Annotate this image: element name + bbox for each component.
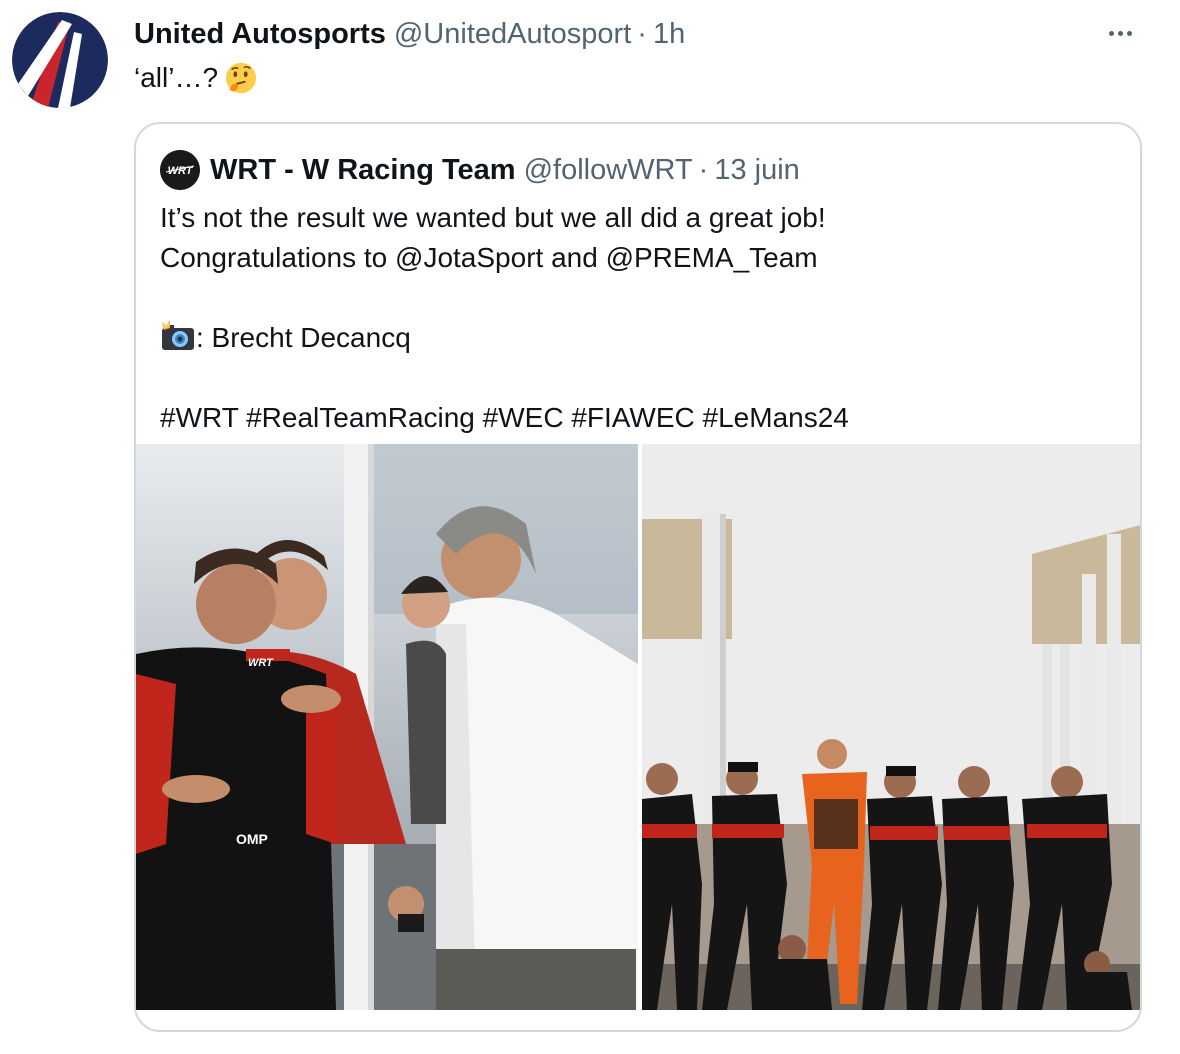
thinking-face-emoji-icon <box>225 62 257 94</box>
quote-header: WRT WRT - W Racing Team @followWRT · 13 … <box>160 150 800 190</box>
more-options-button[interactable] <box>1100 18 1140 48</box>
timestamp[interactable]: 1h <box>653 18 685 51</box>
wrt-logo-icon: WRT <box>160 150 200 190</box>
suit-wrt-text: WRT <box>248 657 274 669</box>
quote-text-line: Congratulations to @JotaSport and @PREMA… <box>160 242 818 273</box>
separator-dot: · <box>637 17 647 50</box>
media-grid: WRT OMP <box>136 444 1140 1030</box>
avatar[interactable] <box>12 12 108 108</box>
user-handle[interactable]: @UnitedAutosport <box>394 18 631 51</box>
tweet-text-content: ‘all’…? <box>134 62 219 93</box>
wrt-logo-text: WRT <box>168 165 194 177</box>
suit-omp-text: OMP <box>236 831 268 847</box>
crew-on-pit-wall-photo[interactable] <box>642 444 1140 1010</box>
tweet-header: United Autosports @UnitedAutosport · 1h <box>134 14 685 54</box>
tweet-text: ‘all’…? <box>134 58 258 98</box>
camera-flash-icon <box>162 320 194 350</box>
quote-user-handle[interactable]: @followWRT <box>524 154 693 187</box>
photo-image <box>642 444 1140 1010</box>
more-dot-icon <box>1117 30 1123 36</box>
quote-avatar[interactable]: WRT <box>160 150 200 190</box>
photo-image: WRT OMP <box>136 444 638 1010</box>
quote-separator-dot: · <box>698 153 709 186</box>
more-dot-icon <box>1126 30 1132 36</box>
hashtags[interactable]: #WRT #RealTeamRacing #WEC #FIAWEC #LeMan… <box>160 398 1120 438</box>
quote-display-name[interactable]: WRT - W Racing Team <box>210 154 516 187</box>
drivers-hugging-photo[interactable]: WRT OMP <box>136 444 638 1010</box>
photo-credit: : Brecht Decancq <box>160 318 1120 358</box>
quote-timestamp[interactable]: 13 juin <box>714 154 799 187</box>
more-dot-icon <box>1108 30 1114 36</box>
quoted-tweet-card[interactable]: WRT WRT - W Racing Team @followWRT · 13 … <box>134 122 1142 1032</box>
united-autosports-logo-icon <box>12 12 108 108</box>
quote-text-line: It’s not the result we wanted but we all… <box>160 202 826 233</box>
display-name[interactable]: United Autosports <box>134 18 386 51</box>
photo-credit-text: : Brecht Decancq <box>196 322 411 353</box>
quote-text: It’s not the result we wanted but we all… <box>160 198 1120 438</box>
